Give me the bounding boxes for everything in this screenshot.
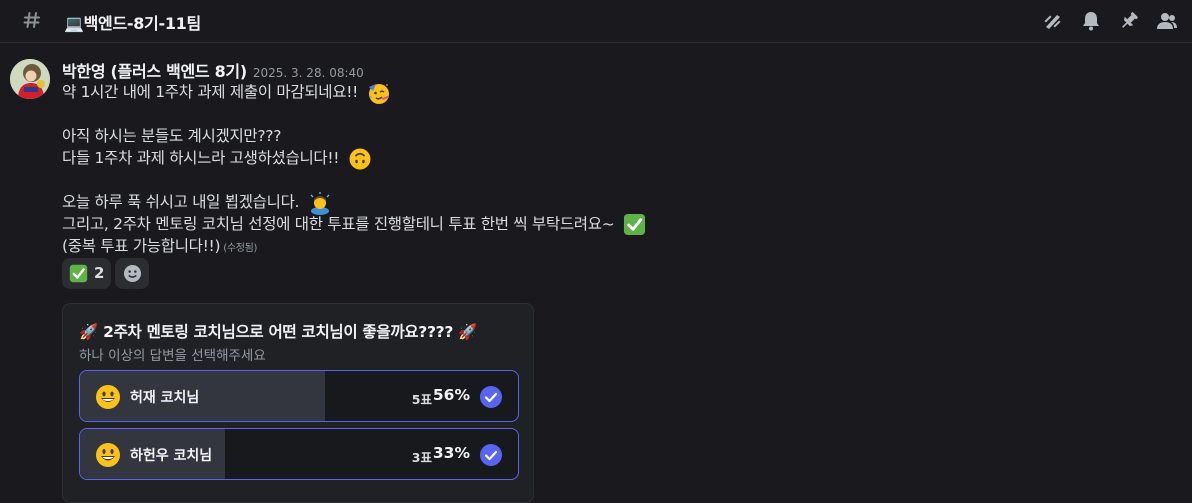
check-mark-emoji [69,264,88,283]
channel-name: 💻백엔드-8기-11팀 [64,14,201,33]
poll-subtitle: 하나 이상의 답변을 선택해주세요 [79,348,266,364]
add-reaction-icon [123,264,142,283]
poll-card: 🚀 2주차 멘토링 코치님으로 어떤 코치님이 좋을까요???? 🚀 하나 이상… [62,303,534,503]
message-text: 약 1시간 내에 1주차 과제 제출이 마감되네요!! [62,83,359,101]
poll-option-label: 허재 코치님 [130,390,200,406]
message-text: (중복 투표 가능합니다!!) [62,237,221,255]
selected-check-icon [480,386,502,408]
reaction-count: 2 [94,264,105,282]
message-line: 약 1시간 내에 1주차 과제 제출이 마감되네요!! [62,80,391,105]
poll-option-percent: 56% [432,386,470,404]
threads-icon[interactable] [1042,11,1064,31]
upside-down-face-emoji [349,148,371,169]
check-mark-emoji [624,213,646,236]
message-text: 오늘 하루 푹 쉬시고 내일 뵙겠습니다. [62,193,300,211]
bell-icon[interactable] [1080,11,1102,31]
author-name[interactable]: 박한영 (플러스 백엔드 8기) [62,62,247,81]
message-line: 아직 하시는 분들도 계시겠지만??? [62,124,281,146]
add-reaction-button[interactable] [115,258,149,289]
reaction-check-mark[interactable]: 2 [62,258,111,289]
channel-header: 💻백엔드-8기-11팀 [0,0,1192,43]
poll-option-percent: 33% [432,444,470,462]
edited-label: (수정됨) [223,243,258,254]
poll-question: 🚀 2주차 멘토링 코치님으로 어떤 코치님이 좋을까요???? 🚀 [79,323,478,341]
message-header: 박한영 (플러스 백엔드 8기) 2025. 3. 28. 08:40 [62,58,364,81]
message-text: 그리고, 2주차 멘토링 코치님 선정에 대한 투표를 진행할테니 투표 한번 … [62,215,615,233]
message-line: 오늘 하루 푹 쉬시고 내일 뵙겠습니다. [62,190,332,215]
poll-option[interactable]: 허재 코치님 5표 56% [79,370,519,422]
partying-face-emoji [368,83,389,104]
avatar-image [10,59,50,99]
grinning-face-emoji [96,385,120,409]
avatar[interactable] [10,59,50,99]
hash-icon [23,12,40,28]
smiley-face-emoji [96,443,120,467]
poll-option-label: 하헌우 코치님 [130,448,213,464]
message-text: 아직 하시는 분들도 계시겠지만??? [62,127,282,145]
pin-icon[interactable] [1118,11,1140,31]
bowing-person-emoji [310,191,330,215]
message-text: 다들 1주차 과제 하시느라 고생하셨습니다!! [62,149,340,167]
poll-option[interactable]: 하헌우 코치님 3표 33% [79,428,519,480]
message-line: (중복 투표 가능합니다!!) (수정됨) [62,234,257,256]
poll-option-votes: 3표 [411,450,432,465]
message-timestamp[interactable]: 2025. 3. 28. 08:40 [253,66,364,80]
members-icon[interactable] [1156,11,1178,31]
selected-check-icon [480,444,502,466]
poll-option-votes: 5표 [411,392,432,407]
message-line: 다들 1주차 과제 하시느라 고생하셨습니다!! [62,146,372,171]
message-line: 그리고, 2주차 멘토링 코치님 선정에 대한 투표를 진행할테니 투표 한번 … [62,212,646,236]
